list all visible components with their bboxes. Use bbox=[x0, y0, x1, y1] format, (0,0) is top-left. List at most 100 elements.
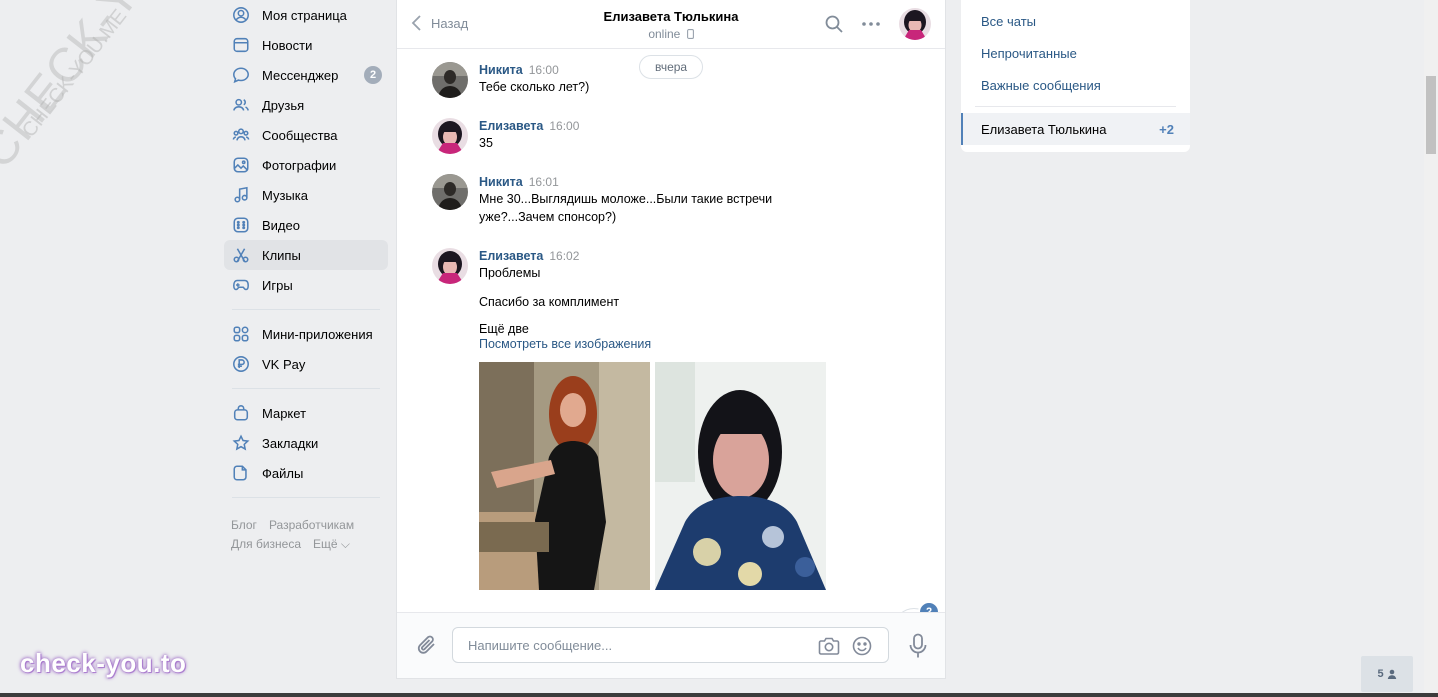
nav-separator bbox=[232, 497, 380, 498]
nav-item-label: Музыка bbox=[262, 187, 308, 203]
message-time[interactable]: 16:00 bbox=[549, 119, 579, 133]
nav-item-bookmarks[interactable]: Закладки bbox=[224, 428, 388, 458]
photo-attachments bbox=[479, 362, 839, 590]
nav-item-messenger[interactable]: Мессенджер 2 bbox=[224, 60, 388, 90]
nav-item-vk-pay[interactable]: VK Pay bbox=[224, 349, 388, 379]
file-icon bbox=[232, 464, 250, 482]
paperclip-icon[interactable] bbox=[415, 633, 439, 657]
microphone-icon[interactable] bbox=[908, 633, 928, 659]
nav-item-news[interactable]: Новости bbox=[224, 30, 388, 60]
filter-unread[interactable]: Непрочитанные bbox=[961, 37, 1190, 69]
message-author[interactable]: Никита bbox=[479, 63, 523, 77]
nav-item-video[interactable]: Видео bbox=[224, 210, 388, 240]
nav-item-label: Мини-приложения bbox=[262, 326, 373, 342]
messenger-count-badge: 2 bbox=[364, 66, 382, 84]
nav-item-label: Мессенджер bbox=[262, 67, 339, 83]
nav-footer: Блог Разработчикам Для бизнеса Ещё ⌵ bbox=[224, 516, 388, 554]
page-scrollbar[interactable] bbox=[1424, 0, 1438, 697]
nav-item-music[interactable]: Музыка bbox=[224, 180, 388, 210]
nav-item-communities[interactable]: Сообщества bbox=[224, 120, 388, 150]
peer-avatar[interactable] bbox=[899, 8, 931, 40]
nav-item-mini-apps[interactable]: Мини-приложения bbox=[224, 319, 388, 349]
message-time[interactable]: 16:00 bbox=[529, 63, 559, 77]
footer-link-blog[interactable]: Блог bbox=[231, 518, 257, 532]
nav-item-label: Маркет bbox=[262, 405, 307, 421]
message-icon bbox=[232, 66, 250, 84]
gamepad-icon bbox=[232, 276, 250, 294]
nav-item-label: Файлы bbox=[262, 465, 304, 481]
nav-item-my-page[interactable]: Моя страница bbox=[224, 0, 388, 30]
footer-link-more[interactable]: Ещё ⌵ bbox=[313, 537, 350, 551]
nav-separator bbox=[232, 309, 380, 310]
active-chat-unread-count: +2 bbox=[1159, 121, 1174, 137]
nav-item-games[interactable]: Игры bbox=[224, 270, 388, 300]
emoji-icon[interactable] bbox=[852, 636, 872, 656]
user-circle-icon bbox=[232, 6, 250, 24]
message-text: Проблемы bbox=[479, 266, 541, 280]
message-author[interactable]: Елизавета bbox=[479, 249, 543, 263]
footer-link-developers[interactable]: Разработчикам bbox=[269, 518, 354, 532]
filter-all-chats[interactable]: Все чаты bbox=[961, 5, 1190, 37]
video-icon bbox=[232, 216, 250, 234]
author-avatar[interactable] bbox=[432, 118, 468, 154]
peer-status-text: online bbox=[648, 27, 681, 41]
nav-item-label: Игры bbox=[262, 277, 293, 293]
nav-item-label: Видео bbox=[262, 217, 300, 233]
nav-item-photos[interactable]: Фотографии bbox=[224, 150, 388, 180]
online-count: 5 bbox=[1377, 668, 1384, 680]
message-history[interactable]: вчера Никита 16:00 Тебе сколько лет?) Ели… bbox=[397, 48, 945, 614]
message-time[interactable]: 16:02 bbox=[549, 249, 579, 263]
photo-icon bbox=[232, 156, 250, 174]
author-avatar[interactable] bbox=[432, 248, 468, 284]
person-icon bbox=[1387, 669, 1396, 679]
nav-item-label: VK Pay bbox=[262, 356, 306, 372]
online-friends-chip[interactable]: 5 bbox=[1361, 656, 1413, 692]
apps-icon bbox=[232, 325, 250, 343]
message-composer bbox=[397, 612, 945, 678]
music-icon bbox=[232, 186, 250, 204]
star-icon bbox=[232, 434, 250, 452]
chat-filters-panel: Все чаты Непрочитанные Важные сообщения … bbox=[961, 0, 1190, 152]
camera-icon[interactable] bbox=[818, 636, 840, 656]
message-input-box bbox=[452, 627, 889, 663]
message-text: 35 bbox=[479, 136, 493, 150]
nav-item-label: Моя страница bbox=[262, 7, 347, 23]
taskbar-strip bbox=[0, 693, 1438, 697]
photo-attachment[interactable] bbox=[479, 362, 650, 590]
message-text: Ещё две bbox=[479, 322, 529, 336]
photo-attachment[interactable] bbox=[655, 362, 826, 590]
vkpay-icon bbox=[232, 355, 250, 373]
message-time[interactable]: 16:01 bbox=[529, 175, 559, 189]
newspaper-icon bbox=[232, 36, 250, 54]
active-chat-item[interactable]: Елизавета Тюлькина +2 bbox=[961, 113, 1190, 145]
message-author[interactable]: Елизавета bbox=[479, 119, 543, 133]
nav-separator bbox=[232, 388, 380, 389]
filter-important[interactable]: Важные сообщения bbox=[961, 69, 1190, 101]
footer-link-business[interactable]: Для бизнеса bbox=[231, 537, 301, 551]
nav-item-clips[interactable]: Клипы bbox=[224, 240, 388, 270]
left-navigation: Моя страница Новости Мессенджер 2 Друзья… bbox=[224, 0, 388, 554]
message-text: Спасибо за комплимент bbox=[479, 295, 620, 309]
market-icon bbox=[232, 404, 250, 422]
search-icon[interactable] bbox=[824, 14, 844, 34]
mobile-icon bbox=[686, 29, 694, 39]
message-author[interactable]: Никита bbox=[479, 175, 523, 189]
message-input[interactable] bbox=[466, 637, 810, 654]
nav-item-label: Клипы bbox=[262, 247, 301, 263]
author-avatar[interactable] bbox=[432, 62, 468, 98]
view-all-images-link[interactable]: Посмотреть все изображения bbox=[479, 337, 839, 351]
chat-header: Назад Елизавета Тюлькина online bbox=[397, 0, 945, 49]
nav-item-market[interactable]: Маркет bbox=[224, 398, 388, 428]
message-text: Мне 30...Выглядишь моложе...Были такие в… bbox=[479, 192, 773, 224]
scrollbar-thumb[interactable] bbox=[1426, 76, 1436, 154]
friends-icon bbox=[232, 96, 250, 114]
active-chat-name: Елизавета Тюлькина bbox=[981, 121, 1107, 137]
nav-item-friends[interactable]: Друзья bbox=[224, 90, 388, 120]
nav-item-files[interactable]: Файлы bbox=[224, 458, 388, 488]
clips-icon bbox=[232, 246, 250, 264]
panel-separator bbox=[975, 106, 1176, 107]
nav-item-label: Сообщества bbox=[262, 127, 338, 143]
nav-item-label: Фотографии bbox=[262, 157, 337, 173]
more-icon[interactable] bbox=[861, 14, 881, 34]
author-avatar[interactable] bbox=[432, 174, 468, 210]
